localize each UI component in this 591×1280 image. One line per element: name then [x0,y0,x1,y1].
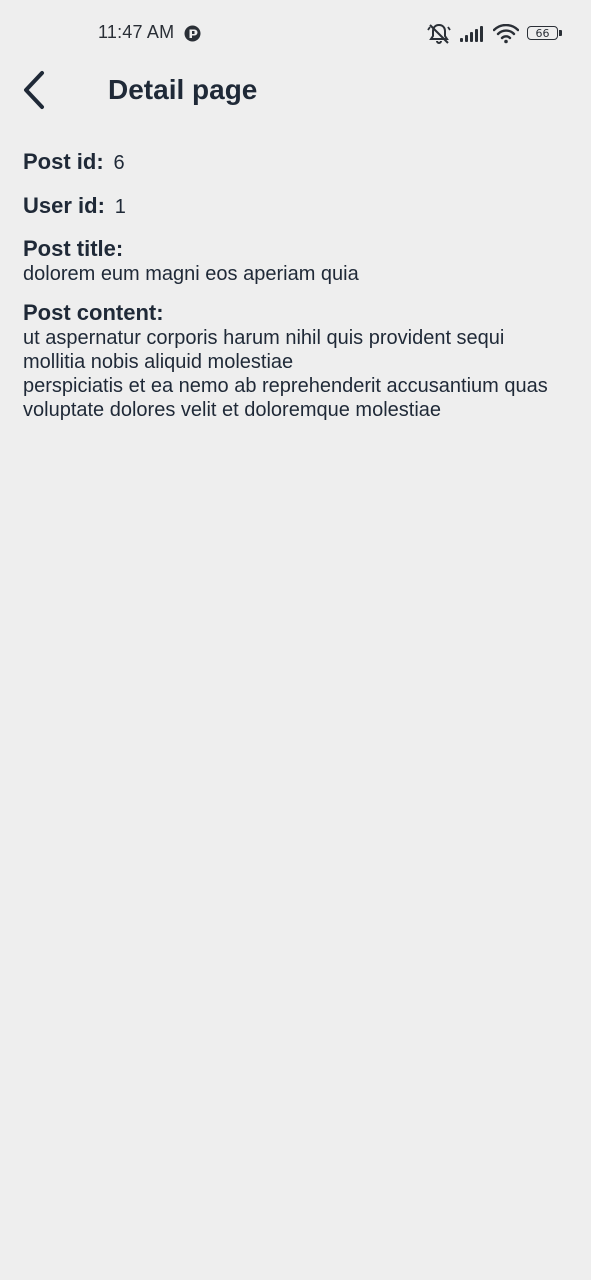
post-content-label: Post content: [23,300,164,325]
chevron-left-icon [21,70,47,115]
back-button[interactable] [14,70,54,115]
user-id-row: User id: 1 [23,192,568,221]
post-detail: Post id: 6 User id: 1 Post title: dolore… [23,148,568,436]
page-title: Detail page [108,74,258,105]
user-id-value: 1 [114,196,126,218]
app-notification-icon [184,25,201,42]
mute-bell-icon [427,23,451,45]
signal-icon [459,25,485,43]
post-title-label: Post title: [23,236,124,261]
status-time: 11:47 AM [98,22,175,42]
battery-level: 66 [527,26,558,40]
app-bar: Detail page [0,68,591,118]
post-id-label: Post id: [23,149,104,174]
post-id-value: 6 [113,152,125,174]
status-bar: 11:47 AM 66 [0,0,591,68]
post-title-section: Post title: dolorem eum magni eos aperia… [23,236,568,286]
status-icons: 66 [427,22,563,46]
user-id-label: User id: [23,193,105,218]
post-content-value: ut aspernatur corporis harum nihil quis … [23,327,548,421]
post-id-row: Post id: 6 [23,148,568,177]
battery-icon: 66 [527,25,563,43]
post-content-section: Post content: ut aspernatur corporis har… [23,300,568,422]
wifi-icon [493,24,519,44]
post-title-value: dolorem eum magni eos aperiam quia [23,263,359,285]
